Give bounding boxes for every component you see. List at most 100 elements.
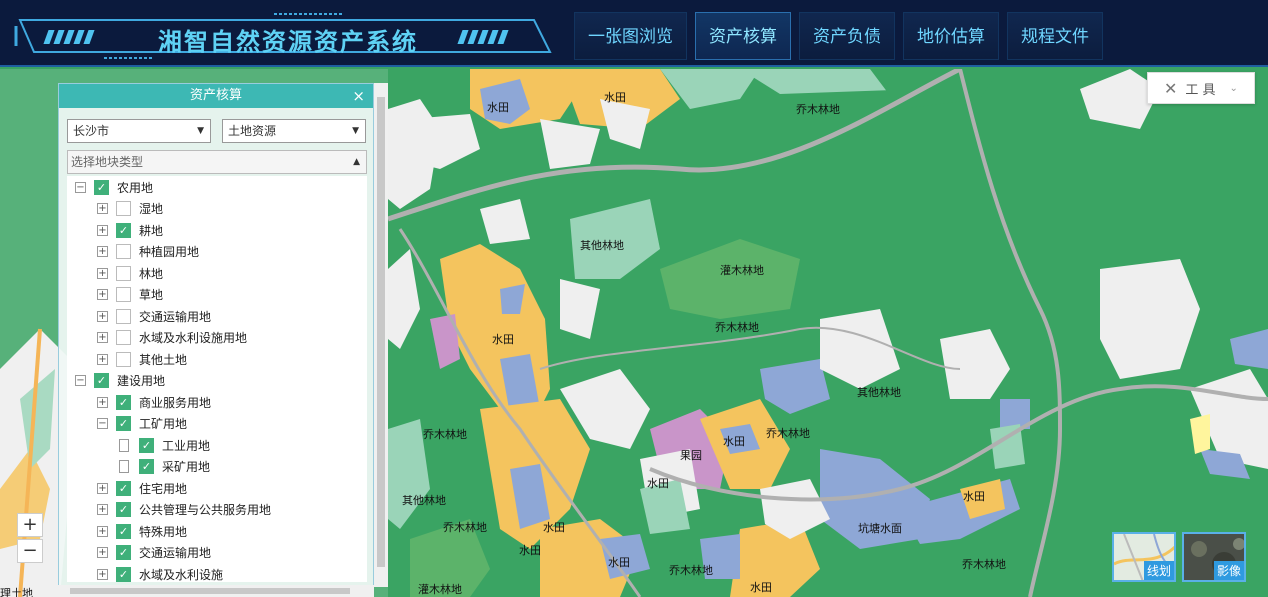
- scrollbar-thumb[interactable]: [70, 588, 350, 594]
- expand-icon[interactable]: +: [97, 353, 108, 365]
- basemap-imagery[interactable]: 影像: [1182, 532, 1246, 582]
- nav-map-browse[interactable]: 一张图浏览: [574, 12, 687, 60]
- tree-node-label: 其他土地: [139, 352, 188, 367]
- nav-asset-accounting[interactable]: 资产核算: [695, 12, 791, 60]
- map-label: 乔木林地: [423, 428, 467, 441]
- map-label: 其他林地: [580, 239, 624, 252]
- tree-node[interactable]: + 其他土地: [97, 349, 187, 369]
- map-label: 水田: [647, 477, 669, 490]
- tree-node[interactable]: + ✓ 住宅用地: [97, 478, 187, 498]
- expand-icon[interactable]: +: [97, 267, 108, 279]
- tree-node-label: 商业服务用地: [139, 395, 212, 410]
- tree-checkbox[interactable]: [116, 265, 131, 281]
- nav-land-price[interactable]: 地价估算: [903, 12, 999, 60]
- tree-checkbox[interactable]: [116, 244, 131, 259]
- collapse-icon[interactable]: −: [75, 375, 86, 386]
- tree-node-label: 种植园用地: [139, 245, 200, 259]
- tree-node[interactable]: + ✓ 水域及水利设施: [97, 564, 223, 582]
- tree-checkbox[interactable]: ✓: [139, 459, 154, 474]
- tree-node[interactable]: + ✓ 交通运输用地: [97, 543, 211, 563]
- expand-icon[interactable]: +: [97, 482, 108, 494]
- tree-node[interactable]: − ✓ 农用地: [75, 177, 153, 197]
- tree-checkbox[interactable]: ✓: [116, 416, 131, 431]
- tree-checkbox[interactable]: ✓: [116, 480, 131, 496]
- tree-checkbox[interactable]: ✓: [139, 437, 154, 453]
- resource-select[interactable]: 土地资源 ▼: [222, 119, 366, 143]
- tree-checkbox[interactable]: [116, 308, 131, 324]
- expand-icon[interactable]: +: [97, 396, 108, 408]
- tree-node[interactable]: + 草地: [97, 285, 163, 305]
- tree-node-label: 交通运输用地: [139, 309, 212, 324]
- tree-node[interactable]: + 湿地: [97, 199, 163, 219]
- tree-node[interactable]: + ✓ 耕地: [97, 220, 163, 240]
- tree-checkbox[interactable]: [116, 351, 131, 367]
- tree-checkbox[interactable]: [116, 330, 131, 345]
- tree-node[interactable]: + 林地: [97, 263, 163, 283]
- tools-label: 工 具: [1185, 82, 1216, 98]
- collapse-icon[interactable]: −: [75, 181, 86, 193]
- tree-checkbox[interactable]: ✓: [116, 502, 131, 517]
- tree-checkbox[interactable]: [116, 201, 131, 216]
- expand-icon[interactable]: +: [97, 246, 108, 257]
- tree-checkbox[interactable]: ✓: [94, 179, 109, 195]
- collapse-icon[interactable]: −: [97, 418, 108, 429]
- tree-node[interactable]: + ✓ 公共管理与公共服务用地: [97, 500, 271, 520]
- map-label: 乔木林地: [766, 427, 810, 440]
- zoom-in-button[interactable]: +: [17, 513, 43, 537]
- expand-icon[interactable]: +: [97, 224, 108, 236]
- tree-node[interactable]: ✓ 采矿用地: [119, 457, 210, 477]
- tree-node[interactable]: + 交通运输用地: [97, 306, 211, 326]
- tree-checkbox[interactable]: [116, 287, 131, 302]
- map-label: 乔木林地: [715, 321, 759, 334]
- close-icon[interactable]: ×: [352, 84, 365, 108]
- scrollbar-thumb[interactable]: [377, 97, 385, 567]
- tree-checkbox[interactable]: ✓: [116, 545, 131, 560]
- map-label: 水田: [604, 91, 626, 104]
- expand-icon[interactable]: +: [97, 203, 108, 214]
- tree-node[interactable]: ✓ 工业用地: [119, 435, 210, 455]
- tree-node-label: 工矿用地: [139, 417, 188, 431]
- city-select[interactable]: 长沙市 ▼: [67, 119, 211, 143]
- tree-checkbox[interactable]: ✓: [94, 373, 109, 388]
- nav-regulations[interactable]: 规程文件: [1007, 12, 1103, 60]
- tree-node-label: 水域及水利设施用地: [139, 331, 248, 345]
- tools-dropdown[interactable]: ✕ 工 具 ⌄: [1147, 72, 1255, 104]
- tree-node-label: 采矿用地: [162, 460, 211, 474]
- vertical-scrollbar[interactable]: [374, 83, 388, 587]
- tools-icon: ✕: [1164, 78, 1178, 98]
- chevron-down-icon: ⌄: [1229, 82, 1238, 94]
- basemap-vector[interactable]: 线划: [1112, 532, 1176, 582]
- tree-node[interactable]: + 种植园用地: [97, 242, 199, 262]
- document-icon: [119, 438, 129, 452]
- parcel-type-tree: − ✓ 农用地 + 湿地 + ✓ 耕地 + 种植园用地 + 林地 + 草地 + 交通运输用地 + 水域及水利设施用…: [67, 176, 367, 582]
- tree-node[interactable]: + ✓ 商业服务用地: [97, 392, 211, 412]
- city-select-value: 长沙市: [73, 124, 110, 138]
- tree-node[interactable]: − ✓ 工矿用地: [97, 414, 187, 434]
- tree-checkbox[interactable]: ✓: [116, 566, 131, 582]
- expand-icon[interactable]: +: [97, 310, 108, 322]
- map-label: 灌木林地: [720, 264, 764, 277]
- tree-node[interactable]: + 水域及水利设施用地: [97, 328, 247, 348]
- nav-asset-liability[interactable]: 资产负债: [799, 12, 895, 60]
- tree-node[interactable]: − ✓ 建设用地: [75, 371, 165, 391]
- map-label: 乔木林地: [443, 521, 487, 534]
- expand-icon[interactable]: +: [97, 568, 108, 580]
- panel-header: 资产核算 ×: [59, 84, 373, 108]
- expand-icon[interactable]: +: [97, 289, 108, 300]
- expand-icon[interactable]: +: [97, 504, 108, 515]
- tree-checkbox[interactable]: ✓: [116, 222, 131, 238]
- parcel-type-select[interactable]: 选择地块类型 ▲: [67, 150, 367, 174]
- tree-node-label: 公共管理与公共服务用地: [139, 503, 272, 517]
- expand-icon[interactable]: +: [97, 547, 108, 558]
- horizontal-scrollbar[interactable]: [58, 585, 374, 597]
- expand-icon[interactable]: +: [97, 332, 108, 343]
- expand-icon[interactable]: +: [97, 525, 108, 537]
- basemap-imagery-label: 影像: [1213, 561, 1244, 580]
- zoom-out-button[interactable]: −: [17, 539, 43, 563]
- tree-checkbox[interactable]: ✓: [116, 523, 131, 539]
- tree-node[interactable]: + ✓ 特殊用地: [97, 521, 187, 541]
- tree-checkbox[interactable]: ✓: [116, 394, 131, 410]
- tree-node-label: 湿地: [139, 202, 164, 216]
- asset-accounting-panel: 资产核算 × 长沙市 ▼ 土地资源 ▼ 选择地块类型 ▲ − ✓ 农用地 + 湿地 + ✓ 耕…: [58, 83, 374, 597]
- basemap-vector-label: 线划: [1143, 561, 1174, 580]
